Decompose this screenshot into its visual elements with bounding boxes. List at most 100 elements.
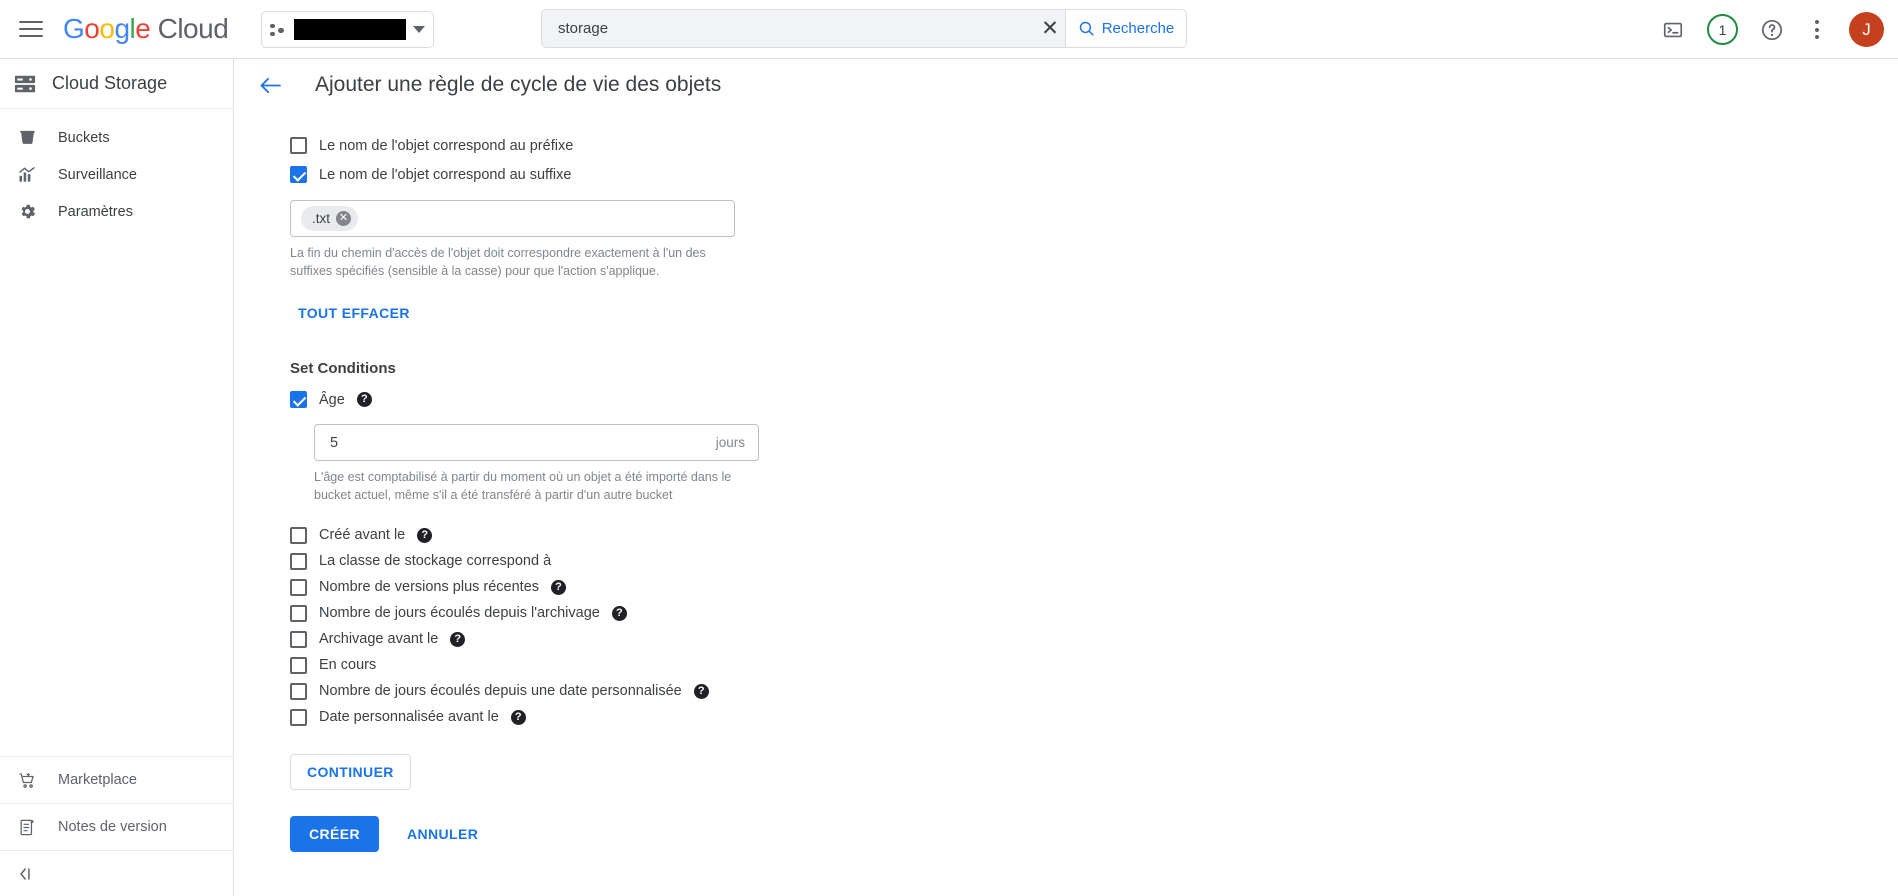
checkbox-row-days-since-noncurrent[interactable]: Nombre de jours écoulés depuis l'archiva…: [290, 604, 1898, 622]
logo-letter-o1: o: [84, 13, 100, 44]
sidebar-item-surveillance[interactable]: Surveillance: [0, 156, 233, 193]
main-content: Ajouter une règle de cycle de vie des ob…: [234, 59, 1898, 896]
help-circle-icon[interactable]: [1759, 17, 1785, 43]
search-input[interactable]: [556, 10, 1029, 47]
sidebar-item-label: Paramètres: [58, 203, 133, 220]
page-header: Ajouter une règle de cycle de vie des ob…: [234, 59, 1898, 111]
logo-letter-g: G: [63, 13, 85, 44]
sidebar-title: Cloud Storage: [52, 73, 168, 93]
avatar-initial: J: [1862, 19, 1871, 39]
continue-button[interactable]: CONTINUER: [290, 753, 411, 790]
help-filled-icon[interactable]: ?: [356, 392, 372, 408]
checkbox-row-days-since-custom-time[interactable]: Nombre de jours écoulés depuis une date …: [290, 682, 1898, 700]
age-input-suffix: jours: [715, 435, 745, 451]
checkbox-row-prefix-match[interactable]: Le nom de l'objet correspond au préfixe: [290, 137, 1898, 154]
logo-letter-g2: g: [114, 13, 130, 44]
checkbox-label[interactable]: Nombre de jours écoulés depuis une date …: [319, 683, 682, 699]
checkbox-noncurrent-before[interactable]: [290, 630, 307, 648]
search-button[interactable]: Recherche: [1065, 10, 1186, 47]
close-icon[interactable]: ✕: [1035, 10, 1065, 47]
age-input-wrapper[interactable]: jours: [314, 424, 759, 462]
help-filled-icon[interactable]: ?: [551, 579, 567, 595]
release-notes-icon: [16, 816, 38, 838]
sidebar-item-marketplace[interactable]: Marketplace: [0, 757, 234, 803]
help-filled-icon[interactable]: ?: [611, 605, 627, 621]
checkbox-label[interactable]: Date personnalisée avant le: [319, 709, 499, 725]
checkbox-custom-time-before[interactable]: [290, 708, 307, 726]
checkbox-label[interactable]: Âge: [319, 392, 345, 408]
sidebar-header: Cloud Storage: [0, 59, 233, 109]
help-filled-icon[interactable]: ?: [510, 709, 526, 725]
checkbox-label[interactable]: Le nom de l'objet correspond au suffixe: [319, 167, 571, 183]
sidebar-item-notes-de-version[interactable]: Notes de version: [0, 804, 234, 850]
checkbox-label[interactable]: Le nom de l'objet correspond au préfixe: [319, 138, 573, 154]
chip-remove-icon[interactable]: ✕: [336, 211, 352, 226]
checkbox-row-created-before[interactable]: Créé avant le ?: [290, 526, 1898, 544]
age-input[interactable]: [328, 433, 716, 452]
checkbox-row-live-state[interactable]: En cours: [290, 656, 1898, 674]
checkbox-label[interactable]: Nombre de versions plus récentes: [319, 579, 539, 595]
create-button[interactable]: CRÉER: [290, 815, 380, 852]
project-name-redacted: [294, 18, 407, 40]
cancel-button[interactable]: ANNULER: [393, 816, 492, 852]
kebab-menu-icon[interactable]: [1806, 20, 1828, 39]
set-conditions-title: Set Conditions: [290, 360, 396, 378]
collapse-panel-icon[interactable]: [0, 851, 234, 896]
terminal-icon[interactable]: [1660, 17, 1686, 43]
checkbox-days-since-noncurrent[interactable]: [290, 604, 307, 622]
help-filled-icon[interactable]: ?: [693, 683, 709, 699]
search-field-container[interactable]: [542, 10, 1035, 47]
arrow-left-icon[interactable]: [259, 76, 282, 95]
search-icon: [1079, 21, 1094, 36]
checkbox-age[interactable]: [290, 391, 307, 409]
sidebar-item-label: Marketplace: [58, 772, 137, 788]
storage-server-icon: [14, 73, 36, 95]
global-search: ✕ Recherche: [541, 9, 1187, 48]
hamburger-icon[interactable]: [19, 16, 45, 42]
search-button-label: Recherche: [1101, 20, 1175, 37]
checkbox-row-custom-time-before[interactable]: Date personnalisée avant le ?: [290, 708, 1898, 726]
help-filled-icon[interactable]: ?: [450, 631, 466, 647]
project-selector[interactable]: [261, 10, 435, 48]
checkbox-label[interactable]: En cours: [319, 657, 376, 673]
checkbox-row-noncurrent-before[interactable]: Archivage avant le ?: [290, 630, 1898, 648]
sidebar-nav: Buckets Surveillance Paramètres: [0, 109, 233, 230]
checkbox-created-before[interactable]: [290, 526, 307, 544]
clear-all-button[interactable]: TOUT EFFACER: [290, 296, 418, 330]
checkbox-days-since-custom-time[interactable]: [290, 682, 307, 700]
monitoring-chart-icon: [16, 164, 38, 186]
sidebar-item-label: Notes de version: [58, 819, 167, 835]
checkbox-row-suffix-match[interactable]: Le nom de l'objet correspond au suffixe: [290, 166, 1898, 183]
logo-letter-e: e: [135, 13, 151, 44]
checkbox-newer-versions[interactable]: [290, 578, 307, 596]
checkbox-label[interactable]: Créé avant le: [319, 527, 405, 543]
checkbox-row-newer-versions[interactable]: Nombre de versions plus récentes ?: [290, 578, 1898, 596]
notifications-badge[interactable]: 1: [1707, 14, 1738, 45]
sidebar: Cloud Storage Buckets Surveillance Param…: [0, 59, 234, 896]
sidebar-item-parametres[interactable]: Paramètres: [0, 193, 233, 230]
checkbox-row-age[interactable]: Âge ?: [290, 391, 1898, 409]
sidebar-item-buckets[interactable]: Buckets: [0, 119, 233, 156]
checkbox-storage-class-matches[interactable]: [290, 552, 307, 570]
logo-word-cloud: Cloud: [157, 13, 229, 44]
sidebar-item-label: Buckets: [58, 129, 110, 146]
avatar[interactable]: J: [1849, 12, 1884, 47]
sidebar-item-label: Surveillance: [58, 166, 137, 183]
chevron-down-icon: [413, 25, 426, 33]
checkbox-suffix-match[interactable]: [290, 166, 307, 183]
checkbox-label[interactable]: La classe de stockage correspond à: [319, 553, 551, 569]
checkbox-label[interactable]: Nombre de jours écoulés depuis l'archiva…: [319, 605, 600, 621]
gear-icon: [16, 201, 38, 223]
checkbox-row-storage-class-matches[interactable]: La classe de stockage correspond à: [290, 552, 1898, 570]
google-cloud-logo[interactable]: Google Cloud: [63, 13, 229, 45]
checkbox-label[interactable]: Archivage avant le: [319, 631, 438, 647]
checkbox-live-state[interactable]: [290, 656, 307, 674]
sidebar-bottom: Marketplace Notes de version: [0, 756, 234, 896]
suffix-chip-input[interactable]: .txt ✕: [290, 200, 735, 237]
checkbox-prefix-match[interactable]: [290, 137, 307, 154]
chip-suffix: .txt ✕: [301, 206, 359, 231]
suffix-helper-text: La fin du chemin d'accès de l'objet doit…: [290, 246, 706, 279]
top-app-bar: Google Cloud ✕ Recherche 1: [0, 0, 1898, 59]
form-footer-actions: CRÉER ANNULER: [290, 815, 1898, 852]
help-filled-icon[interactable]: ?: [417, 527, 433, 543]
